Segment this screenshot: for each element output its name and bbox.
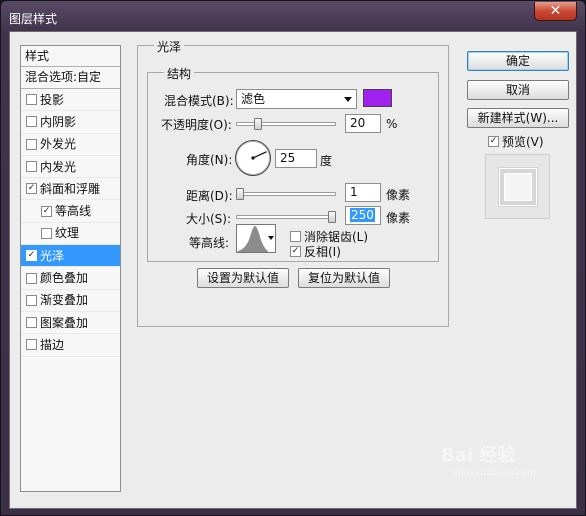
style-item[interactable]: ✓ 斜面和浮雕 bbox=[21, 178, 120, 201]
contour-picker[interactable] bbox=[236, 224, 276, 253]
contour-label: 等高线: bbox=[189, 236, 230, 250]
style-item-checkbox[interactable] bbox=[26, 161, 37, 173]
chevron-down-icon bbox=[268, 236, 274, 240]
style-item[interactable]: 外发光 bbox=[21, 134, 120, 156]
dialog-body: 样式 混合选项:自定 投影 内阴影 外发光 内发光 ✓ 斜面和浮雕 ✓ 等高线 纹理 ✓ 光泽 颜色叠… bbox=[9, 31, 577, 509]
style-item-label: 颜色叠加 bbox=[40, 271, 89, 286]
size-unit: 像素 bbox=[386, 211, 411, 225]
style-item-label: 渐变叠加 bbox=[40, 293, 89, 308]
style-item-checkbox[interactable]: ✓ bbox=[26, 250, 37, 262]
opacity-label: 不透明度(O): bbox=[161, 118, 232, 132]
style-item-checkbox[interactable] bbox=[26, 339, 37, 351]
blend-mode-dropdown[interactable]: 滤色 bbox=[236, 89, 357, 109]
style-item-checkbox[interactable] bbox=[41, 227, 52, 239]
reset-default-button[interactable]: 复位为默认值 bbox=[298, 268, 390, 288]
style-list: 样式 混合选项:自定 投影 内阴影 外发光 内发光 ✓ 斜面和浮雕 ✓ 等高线 纹理 ✓ 光泽 颜色叠… bbox=[20, 45, 121, 492]
opacity-unit: % bbox=[386, 117, 398, 131]
close-icon: ✕ bbox=[549, 3, 562, 19]
style-item-checkbox[interactable] bbox=[26, 317, 37, 329]
distance-label: 距离(D): bbox=[186, 189, 233, 203]
style-item-label: 内发光 bbox=[40, 159, 77, 174]
structure-group-title: 结构 bbox=[164, 65, 195, 82]
style-item-label: 图案叠加 bbox=[40, 315, 89, 330]
size-input[interactable]: 250 bbox=[345, 206, 381, 225]
distance-unit: 像素 bbox=[386, 188, 411, 202]
style-item[interactable]: 纹理 bbox=[21, 223, 120, 246]
angle-label: 角度(N): bbox=[186, 153, 233, 167]
preview-checkbox[interactable]: ✓ 预览(V) bbox=[488, 133, 544, 150]
style-item[interactable]: 描边 bbox=[21, 334, 120, 357]
size-label: 大小(S): bbox=[186, 212, 232, 226]
style-item-checkbox[interactable] bbox=[26, 94, 37, 106]
distance-slider-track[interactable] bbox=[236, 188, 336, 200]
angle-dial-needle bbox=[251, 151, 267, 160]
style-item[interactable]: 渐变叠加 bbox=[21, 290, 120, 312]
size-slider-track[interactable] bbox=[236, 211, 336, 223]
style-item[interactable]: 图案叠加 bbox=[21, 312, 120, 335]
style-item-checkbox[interactable]: ✓ bbox=[26, 183, 37, 195]
distance-slider-thumb[interactable] bbox=[236, 188, 245, 200]
style-item[interactable]: ✓ 光泽 bbox=[21, 245, 120, 268]
style-item-label: 纹理 bbox=[55, 226, 80, 241]
chevron-down-icon bbox=[344, 97, 352, 102]
style-preview-thumbnail bbox=[485, 154, 550, 219]
angle-value: 25 bbox=[280, 151, 296, 165]
make-default-button[interactable]: 设置为默认值 bbox=[197, 268, 289, 288]
ok-button[interactable]: 确定 bbox=[467, 51, 569, 71]
layer-style-dialog: 图层样式 ✕ 样式 混合选项:自定 投影 内阴影 外发光 内发光 ✓ 斜面和浮雕 ✓ 等高线纹… bbox=[0, 0, 586, 516]
style-item-checkbox[interactable] bbox=[26, 294, 37, 306]
style-item-checkbox[interactable]: ✓ bbox=[41, 205, 52, 217]
style-list-header[interactable]: 样式 bbox=[21, 46, 120, 67]
style-item[interactable]: ✓ 等高线 bbox=[21, 200, 120, 223]
opacity-slider-track[interactable] bbox=[236, 118, 336, 130]
structure-group: 结构 混合模式(B): 滤色 不透明度(O): 20 % 角度(N): 25 度… bbox=[147, 65, 439, 262]
baidu-watermark: Bai 经验 jingyan.baidu.com bbox=[441, 441, 571, 481]
style-item-label: 投影 bbox=[40, 92, 65, 107]
contour-curve-icon bbox=[238, 226, 268, 252]
satin-group: 光泽 结构 混合模式(B): 滤色 不透明度(O): 20 % 角度(N): 2… bbox=[137, 38, 449, 327]
style-item-label: 外发光 bbox=[40, 137, 77, 152]
window-title: 图层样式 bbox=[9, 12, 58, 26]
blend-options-item[interactable]: 混合选项:自定 bbox=[21, 67, 120, 89]
new-style-button[interactable]: 新建样式(W)... bbox=[467, 108, 569, 128]
invert-label: 反相(I) bbox=[304, 245, 341, 259]
invert-checkbox-box[interactable]: ✓ bbox=[290, 246, 301, 257]
title-bar[interactable]: 图层样式 ✕ bbox=[1, 1, 585, 35]
opacity-input[interactable]: 20 bbox=[345, 114, 381, 133]
invert-checkbox[interactable]: ✓ 反相(I) bbox=[290, 243, 341, 260]
angle-unit: 度 bbox=[320, 154, 333, 168]
antialias-checkbox-box[interactable] bbox=[290, 231, 301, 242]
distance-input[interactable]: 1 bbox=[345, 183, 381, 202]
preview-square bbox=[499, 168, 537, 206]
size-value: 250 bbox=[350, 208, 375, 222]
opacity-value: 20 bbox=[350, 116, 366, 130]
style-item[interactable]: 内发光 bbox=[21, 156, 120, 179]
style-item-label: 斜面和浮雕 bbox=[40, 181, 101, 196]
blend-mode-value: 滤色 bbox=[241, 92, 266, 106]
satin-group-title: 光泽 bbox=[154, 38, 185, 55]
style-item-label: 光泽 bbox=[40, 248, 65, 263]
blend-color-swatch[interactable] bbox=[363, 89, 392, 107]
opacity-slider-thumb[interactable] bbox=[254, 118, 263, 130]
style-item-checkbox[interactable] bbox=[26, 272, 37, 284]
style-item-checkbox[interactable] bbox=[26, 138, 37, 150]
style-item-label: 等高线 bbox=[55, 204, 92, 219]
style-item[interactable]: 内阴影 bbox=[21, 111, 120, 134]
style-item[interactable]: 颜色叠加 bbox=[21, 267, 120, 290]
angle-dial[interactable] bbox=[235, 140, 271, 176]
watermark-text: Bai 经验 bbox=[441, 445, 516, 466]
style-item-label: 描边 bbox=[40, 337, 65, 352]
distance-value: 1 bbox=[350, 185, 358, 199]
blend-mode-label: 混合模式(B): bbox=[164, 94, 234, 108]
style-item-checkbox[interactable] bbox=[26, 116, 37, 128]
close-button[interactable]: ✕ bbox=[534, 2, 577, 21]
preview-checkbox-box[interactable]: ✓ bbox=[488, 136, 499, 147]
preview-label: 预览(V) bbox=[502, 135, 544, 149]
angle-input[interactable]: 25 bbox=[275, 149, 317, 168]
watermark-url: jingyan.baidu.com bbox=[453, 468, 537, 478]
style-item[interactable]: 投影 bbox=[21, 89, 120, 112]
style-item-label: 内阴影 bbox=[40, 114, 77, 129]
cancel-button[interactable]: 取消 bbox=[467, 80, 569, 100]
size-slider-thumb[interactable] bbox=[328, 211, 336, 223]
